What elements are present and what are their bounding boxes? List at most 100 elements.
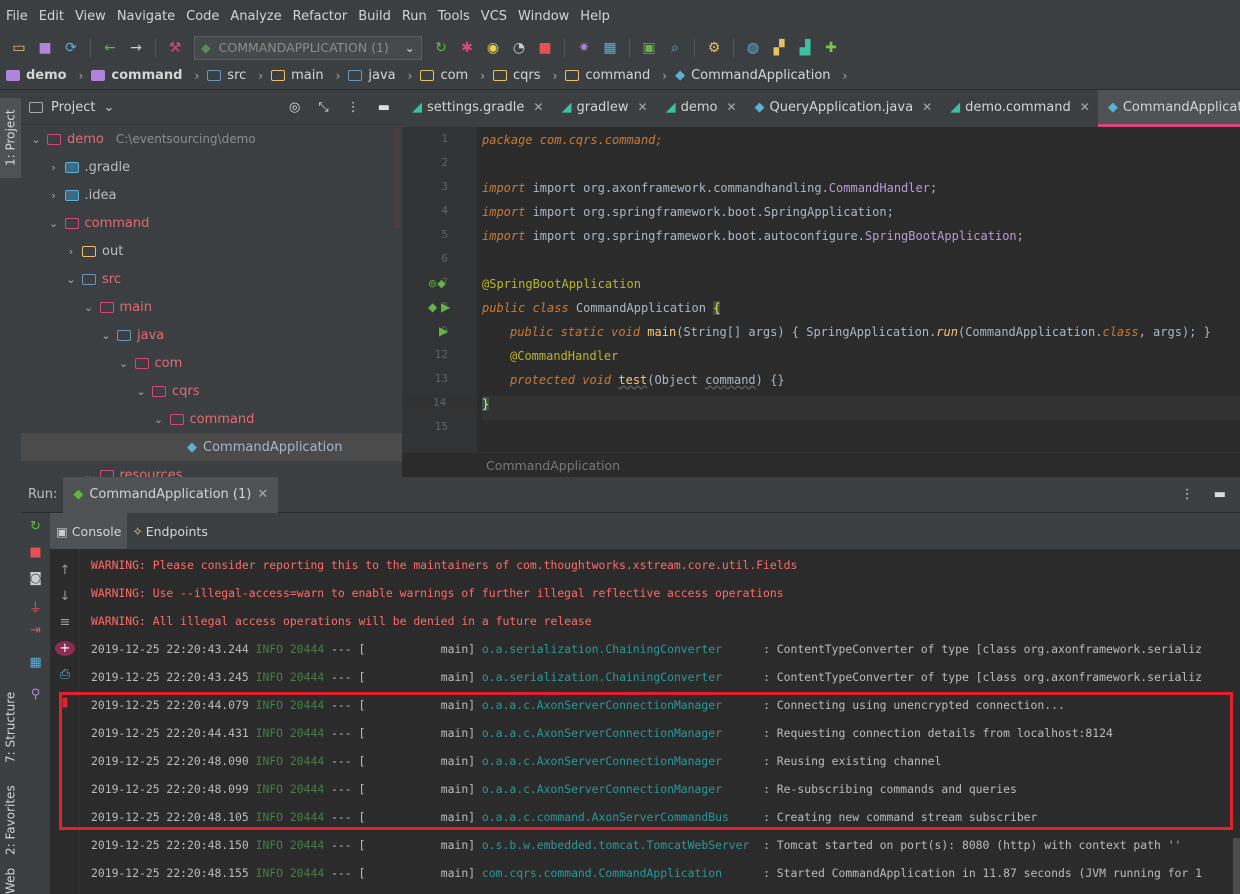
chevron-down-icon[interactable]: ⌄: [103, 100, 114, 115]
breadcrumb-item[interactable]: src ›: [207, 68, 267, 83]
chevron-down-icon[interactable]: ⌄: [47, 217, 61, 230]
close-icon[interactable]: ✕: [922, 100, 932, 114]
menu-item-help[interactable]: Help: [576, 9, 617, 24]
close-icon[interactable]: ✕: [726, 100, 736, 114]
menu-item-navigate[interactable]: Navigate: [113, 9, 182, 24]
terminal-icon[interactable]: ▣: [636, 36, 662, 60]
side-tab-favorites[interactable]: 2: Favorites: [0, 780, 21, 860]
side-tab-project[interactable]: 1: Project: [0, 98, 21, 178]
editor-tab-gradlew[interactable]: ◢ gradlew ✕: [551, 90, 655, 127]
chevron-right-icon[interactable]: ›: [47, 161, 61, 174]
console-scrollbar[interactable]: [1233, 838, 1240, 894]
puzzle-plugin-icon[interactable]: ✚: [818, 36, 844, 60]
breadcrumb-item[interactable]: main ›: [271, 68, 344, 83]
build-hammer-icon[interactable]: ⚒: [162, 36, 188, 60]
tree-item-command[interactable]: ⌄ command: [21, 209, 402, 237]
plugin-gear-icon[interactable]: ⚙: [701, 36, 727, 60]
chevron-down-icon[interactable]: ⌄: [82, 301, 96, 314]
diagram-icon[interactable]: ▟: [792, 36, 818, 60]
chevron-right-icon[interactable]: ›: [47, 189, 61, 202]
breadcrumb-item[interactable]: demo ›: [6, 68, 87, 83]
rerun-icon[interactable]: ↻: [428, 36, 454, 60]
more-options-icon[interactable]: ⋮: [1181, 487, 1194, 502]
tab-console[interactable]: ▣ Console: [50, 513, 128, 549]
menu-item-file[interactable]: File: [2, 9, 35, 24]
more-options-icon[interactable]: ⋮: [347, 100, 360, 115]
tree-item-commandapplication[interactable]: ◆ CommandApplication: [21, 433, 402, 461]
breadcrumb-item[interactable]: command ›: [91, 68, 203, 83]
close-icon[interactable]: ✕: [1080, 100, 1090, 114]
project-view-label[interactable]: Project: [51, 100, 95, 115]
tree-item-java[interactable]: ⌄ java: [21, 321, 402, 349]
search-icon[interactable]: ⌕: [662, 36, 688, 60]
stop-icon[interactable]: ■: [532, 36, 558, 60]
menu-item-tools[interactable]: Tools: [434, 9, 477, 24]
settings-gear-icon[interactable]: ✷: [571, 36, 597, 60]
breadcrumb-item[interactable]: java ›: [348, 68, 416, 83]
code-area[interactable]: package com.cqrs.command; import import …: [482, 127, 1240, 452]
menu-item-build[interactable]: Build: [354, 9, 398, 24]
soft-wrap-icon[interactable]: ≡: [50, 615, 80, 630]
tree-item-cqrs[interactable]: ⌄ cqrs: [21, 377, 402, 405]
menu-item-refactor[interactable]: Refactor: [289, 9, 355, 24]
menu-item-edit[interactable]: Edit: [35, 9, 71, 24]
side-tab-structure[interactable]: 7: Structure: [0, 682, 21, 772]
chevron-down-icon[interactable]: ⌄: [134, 385, 148, 398]
scroll-to-end-icon[interactable]: +: [55, 641, 75, 656]
breadcrumb-item[interactable]: com ›: [420, 68, 489, 83]
open-folder-icon[interactable]: ▭: [6, 36, 32, 60]
tree-item-com[interactable]: ⌄ com: [21, 349, 402, 377]
back-arrow-icon[interactable]: ←: [97, 36, 123, 60]
database-icon[interactable]: ◍: [740, 36, 766, 60]
plug-icon[interactable]: ⏚: [21, 597, 50, 616]
breadcrumb-item[interactable]: command ›: [565, 68, 671, 83]
tree-item-src[interactable]: ⌄ src: [21, 265, 402, 293]
editor-tab-demo-command[interactable]: ◢ demo.command ✕: [940, 90, 1098, 127]
exit-icon[interactable]: ⇥: [21, 623, 50, 638]
sync-icon[interactable]: ⟳: [58, 36, 84, 60]
editor-breadcrumb-footer[interactable]: CommandApplication: [402, 452, 1240, 477]
menu-item-run[interactable]: Run: [398, 9, 434, 24]
scroll-up-icon[interactable]: ↑: [50, 563, 80, 578]
close-icon[interactable]: ✕: [257, 487, 268, 502]
save-icon[interactable]: ■: [32, 36, 58, 60]
print-icon[interactable]: ⎙: [50, 667, 80, 682]
run-configuration-select[interactable]: ◆ COMMANDAPPLICATION (1) ⌄: [194, 35, 422, 60]
editor-tab-demo[interactable]: ◢ demo ✕: [656, 90, 745, 127]
menu-item-window[interactable]: Window: [514, 9, 576, 24]
locate-target-icon[interactable]: ◎: [289, 100, 300, 115]
chevron-down-icon[interactable]: ⌄: [117, 357, 131, 370]
menu-item-analyze[interactable]: Analyze: [226, 9, 288, 24]
minimize-icon[interactable]: ▬: [1214, 487, 1226, 502]
menu-item-vcs[interactable]: VCS: [477, 9, 514, 24]
layout-icon[interactable]: ▦: [21, 655, 50, 670]
breadcrumb-item[interactable]: cqrs ›: [493, 68, 561, 83]
rerun-icon[interactable]: ↻: [21, 519, 50, 534]
editor-tab-settings-gradle[interactable]: ◢ settings.gradle ✕: [402, 90, 551, 127]
tree-item--gradle[interactable]: › .gradle: [21, 153, 402, 181]
tree-item--idea[interactable]: › .idea: [21, 181, 402, 209]
project-structure-icon[interactable]: ▦: [597, 36, 623, 60]
chevron-down-icon[interactable]: ⌄: [152, 413, 166, 426]
chevron-down-icon[interactable]: ⌄: [99, 329, 113, 342]
run-gutter-icon[interactable]: ▶: [439, 324, 448, 338]
forward-arrow-icon[interactable]: →: [123, 36, 149, 60]
project-scrollbar[interactable]: [394, 128, 400, 228]
layout-icon[interactable]: ▞: [766, 36, 792, 60]
collapse-all-icon[interactable]: ⤡: [318, 100, 328, 115]
chevron-down-icon[interactable]: ⌄: [64, 273, 78, 286]
debug-bug-icon[interactable]: ✱: [454, 36, 480, 60]
editor-tab-queryapplication-java[interactable]: ◆ QueryApplication.java ✕: [745, 90, 941, 127]
pin-icon[interactable]: ⚲: [21, 687, 50, 702]
run-gutter-icon[interactable]: ◆ ▶: [428, 300, 450, 314]
chevron-right-icon[interactable]: ›: [64, 245, 78, 258]
minimize-icon[interactable]: ▬: [378, 100, 390, 115]
coverage-icon[interactable]: ◉: [480, 36, 506, 60]
side-tab-web[interactable]: Web: [0, 868, 21, 894]
editor-tab-commandapplication-java[interactable]: ◆CommandApplication.java✕: [1097, 90, 1240, 127]
spring-bean-icon[interactable]: ⊚◆: [428, 277, 446, 290]
stop-icon[interactable]: ■: [21, 545, 50, 560]
close-icon[interactable]: ✕: [533, 100, 543, 114]
menu-item-view[interactable]: View: [71, 9, 113, 24]
tree-item-out[interactable]: › out: [21, 237, 402, 265]
